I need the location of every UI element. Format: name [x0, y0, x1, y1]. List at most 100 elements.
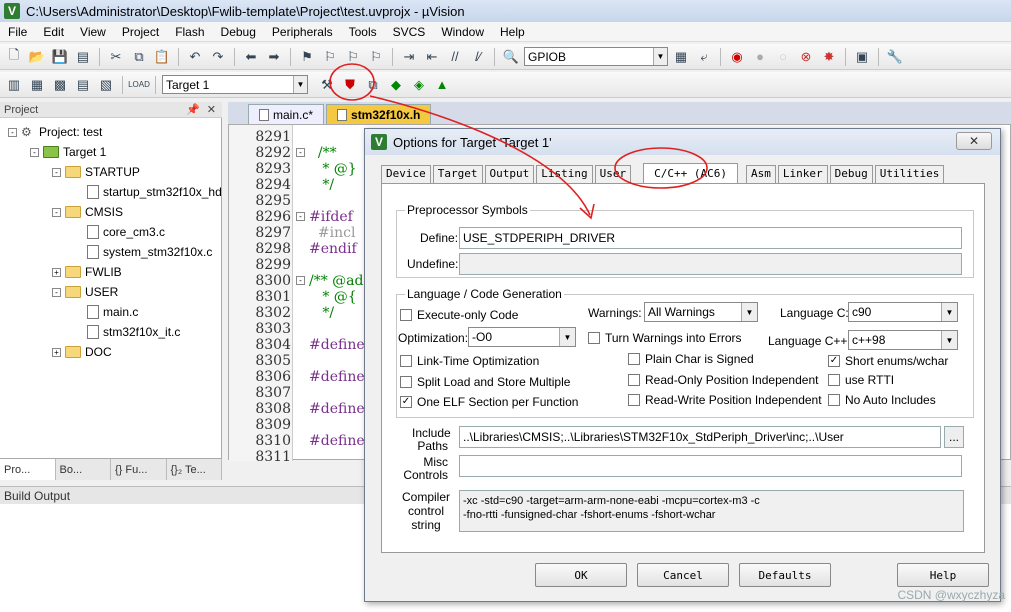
unindent-icon[interactable]: ⇤	[422, 47, 442, 67]
dialog-tab-listing[interactable]: Listing	[536, 165, 593, 183]
optimization-select[interactable]: -O0 ▼	[468, 327, 576, 347]
undo-icon[interactable]: ↶	[185, 47, 205, 67]
no-auto-includes-checkbox[interactable]: No Auto Includes	[828, 393, 936, 407]
dialog-tab-target[interactable]: Target	[432, 165, 483, 183]
select-packs-icon[interactable]: ⧉	[363, 75, 383, 95]
code-line[interactable]: * @{	[309, 289, 356, 305]
checkbox-box[interactable]	[628, 394, 640, 406]
checkbox-box[interactable]	[400, 355, 412, 367]
menu-item-peripherals[interactable]: Peripherals	[264, 22, 341, 42]
short-enums-checkbox[interactable]: ✓ Short enums/wchar	[828, 354, 948, 368]
expand-icon[interactable]: +	[52, 267, 61, 277]
open-file-icon[interactable]: 📂	[27, 47, 47, 67]
nav-forward-icon[interactable]: ➡	[264, 47, 284, 67]
bookmark-icon[interactable]: ⚑	[297, 47, 317, 67]
find-combo[interactable]: GPIOB ▼	[524, 47, 668, 66]
paste-icon[interactable]: 📋	[152, 47, 172, 67]
collapse-icon[interactable]: -	[52, 287, 61, 297]
dialog-tab-linker[interactable]: Linker	[777, 165, 828, 183]
menu-item-tools[interactable]: Tools	[341, 22, 385, 42]
dialog-tab-utilities[interactable]: Utilities	[874, 165, 945, 183]
panel-tab-templates[interactable]: {}₂ Te...	[167, 459, 222, 480]
menu-item-project[interactable]: Project	[114, 22, 167, 42]
new-file-icon[interactable]: 🗋	[4, 47, 24, 67]
collapse-icon[interactable]: -	[52, 207, 61, 217]
cut-icon[interactable]: ✂	[106, 47, 126, 67]
collapse-icon[interactable]: -	[52, 167, 61, 177]
defaults-button[interactable]: Defaults	[739, 563, 831, 587]
uncomment-icon[interactable]: /∕	[468, 47, 488, 67]
language-cpp-select[interactable]: c++98 ▼	[848, 330, 958, 350]
code-line[interactable]: */	[309, 177, 334, 193]
dialog-close-button[interactable]: ✕	[956, 132, 992, 150]
tree-item[interactable]: - ⚙ Project: test	[8, 122, 102, 142]
include-paths-input[interactable]: ..\Libraries\CMSIS;..\Libraries\STM32F10…	[459, 426, 941, 448]
options-for-target-icon[interactable]: ⚒	[317, 75, 337, 95]
debug-session-icon[interactable]: ◉	[727, 47, 747, 67]
window-layout-icon[interactable]: ▣	[852, 47, 872, 67]
fold-icon[interactable]: -	[296, 276, 305, 285]
bookmark-prev-icon[interactable]: ⚐	[320, 47, 340, 67]
rw-pos-checkbox[interactable]: Read-Write Position Independent	[628, 393, 822, 407]
close-icon[interactable]: ✕	[207, 102, 216, 118]
checkbox-box[interactable]	[400, 309, 412, 321]
one-elf-checkbox[interactable]: ✓ One ELF Section per Function	[400, 395, 578, 409]
tree-item[interactable]: core_cm3.c	[74, 222, 165, 242]
tree-item[interactable]: startup_stm32f10x_hd	[74, 182, 222, 202]
dialog-tab-output[interactable]: Output	[484, 165, 535, 183]
fold-icon[interactable]: -	[296, 148, 305, 157]
lto-checkbox[interactable]: Link-Time Optimization	[400, 354, 539, 368]
manage-rte-icon[interactable]: ◆	[386, 75, 406, 95]
indent-icon[interactable]: ⇥	[399, 47, 419, 67]
find-in-files-icon[interactable]: 🔍	[501, 47, 521, 67]
code-line[interactable]: */	[309, 305, 334, 321]
tree-item[interactable]: + FWLIB	[52, 262, 122, 282]
cancel-button[interactable]: Cancel	[637, 563, 729, 587]
plain-char-checkbox[interactable]: Plain Char is Signed	[628, 352, 754, 366]
menu-item-flash[interactable]: Flash	[167, 22, 212, 42]
menu-item-debug[interactable]: Debug	[213, 22, 264, 42]
collapse-icon[interactable]: -	[30, 147, 39, 157]
editor-tab[interactable]: stm32f10x.h	[326, 104, 432, 124]
expand-icon[interactable]: +	[52, 347, 61, 357]
split-load-checkbox[interactable]: Split Load and Store Multiple	[400, 375, 570, 389]
warnings-select[interactable]: All Warnings ▼	[644, 302, 758, 322]
tree-item[interactable]: system_stm32f10x.c	[74, 242, 212, 262]
checkbox-box[interactable]	[628, 353, 640, 365]
menu-item-view[interactable]: View	[72, 22, 114, 42]
translate-icon[interactable]: ▥	[4, 75, 24, 95]
panel-tab-books[interactable]: Bo...	[56, 459, 111, 480]
chevron-down-icon[interactable]: ▼	[293, 76, 307, 93]
menu-item-file[interactable]: File	[0, 22, 35, 42]
code-line[interactable]: * @}	[309, 161, 356, 177]
checkbox-box[interactable]	[588, 332, 600, 344]
configure-icon[interactable]: 🔧	[885, 47, 905, 67]
tree-item[interactable]: - STARTUP	[52, 162, 140, 182]
target-select[interactable]: Target 1 ▼	[162, 75, 308, 94]
chevron-down-icon[interactable]: ▼	[559, 328, 575, 346]
execute-only-checkbox[interactable]: Execute-only Code	[400, 308, 518, 322]
checkbox-box[interactable]	[628, 374, 640, 386]
chevron-down-icon[interactable]: ▼	[941, 331, 957, 349]
code-line[interactable]: #define	[309, 433, 365, 449]
comment-icon[interactable]: //	[445, 47, 465, 67]
panel-tab-project[interactable]: Pro...	[0, 459, 56, 480]
breakpoint-kill-all-icon[interactable]: ✸	[819, 47, 839, 67]
tree-item[interactable]: stm32f10x_it.c	[74, 322, 180, 342]
code-line[interactable]: #define	[309, 337, 365, 353]
checkbox-box[interactable]: ✓	[828, 355, 840, 367]
bookmark-clear-icon[interactable]: ⚐	[366, 47, 386, 67]
pin-icon[interactable]: 📌	[186, 102, 200, 118]
menu-item-help[interactable]: Help	[492, 22, 533, 42]
find-icon[interactable]: ⤶	[694, 47, 714, 67]
checkbox-box[interactable]: ✓	[400, 396, 412, 408]
batch-build-icon[interactable]: ▤	[73, 75, 93, 95]
redo-icon[interactable]: ↷	[208, 47, 228, 67]
download-icon[interactable]: LOAD	[128, 75, 150, 95]
menu-item-window[interactable]: Window	[433, 22, 492, 42]
editor-tab[interactable]: main.c*	[248, 104, 325, 124]
build-icon[interactable]: ▦	[27, 75, 47, 95]
save-icon[interactable]: 💾	[50, 47, 70, 67]
stop-build-icon[interactable]: ▧	[96, 75, 116, 95]
dialog-tab-c-c-ac6[interactable]: C/C++ (AC6)	[643, 163, 738, 183]
